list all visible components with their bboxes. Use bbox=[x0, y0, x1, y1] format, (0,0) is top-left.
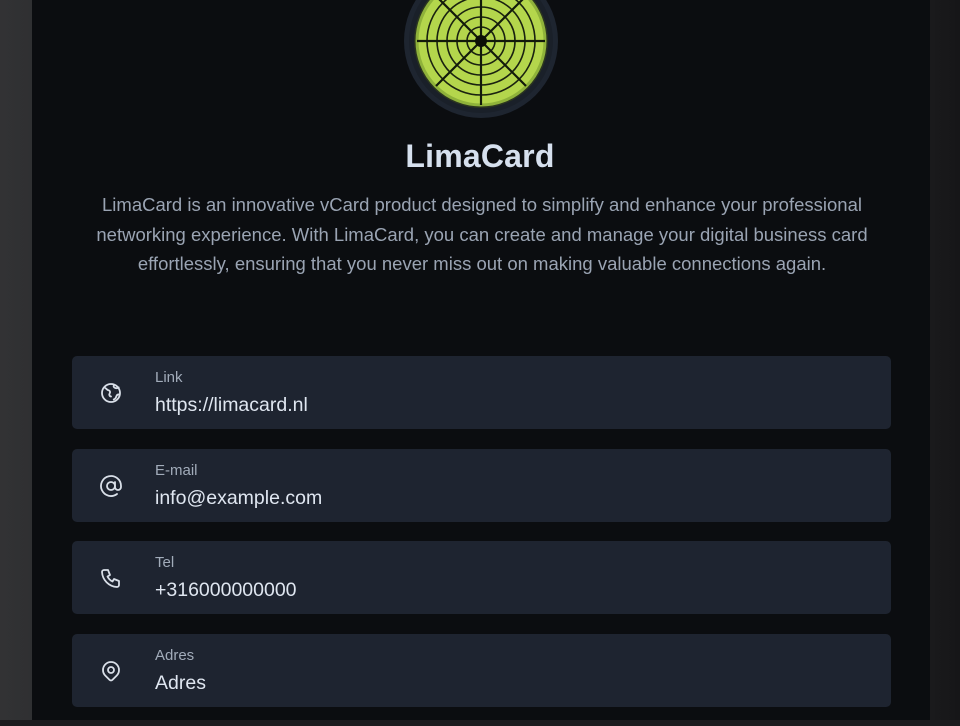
contact-label: E-mail bbox=[155, 461, 198, 479]
globe-icon bbox=[101, 383, 121, 403]
contact-label: Adres bbox=[155, 646, 195, 664]
contact-item-email[interactable]: E-mail info@example.com bbox=[72, 448, 891, 522]
at-sign-icon bbox=[100, 474, 122, 497]
lime-slice-logo bbox=[409, 0, 553, 113]
contact-value: +316000000000 bbox=[155, 579, 297, 601]
contact-item-phone[interactable]: Tel +316000000000 bbox=[72, 541, 891, 614]
avatar bbox=[404, 0, 558, 118]
contact-value: https://limacard.nl bbox=[155, 394, 308, 416]
phone-icon bbox=[101, 569, 120, 588]
contact-item-link[interactable]: Link https://limacard.nl bbox=[72, 356, 891, 429]
contact-label: Link bbox=[155, 369, 183, 386]
contact-value: Adres bbox=[155, 671, 206, 694]
page-title: LimaCard bbox=[405, 138, 555, 174]
map-pin-icon bbox=[102, 660, 120, 681]
contact-value: info@example.com bbox=[155, 486, 323, 509]
contact-label: Tel bbox=[155, 554, 175, 571]
contact-list: Link https://limacard.nl E-mail info@exa… bbox=[72, 356, 891, 726]
profile-description: LimaCard is an innovative vCard product … bbox=[96, 194, 868, 275]
contact-item-address[interactable]: Adres Adres bbox=[72, 633, 891, 707]
